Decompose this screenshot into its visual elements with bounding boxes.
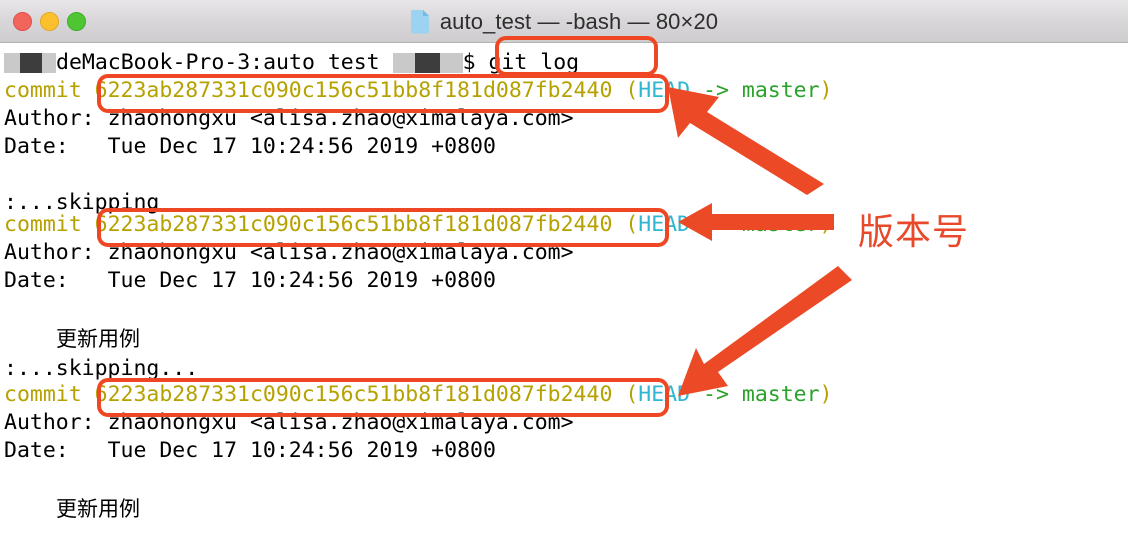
skipping-text-2: :...skipping...: [4, 356, 199, 381]
commit-message-text-2: 更新用例: [56, 327, 140, 351]
author-line-1: Author: zhaohongxu <alisa.zhao@ximalaya.…: [4, 105, 574, 133]
author-label-1: Author:: [4, 106, 95, 131]
prompt-command: git log: [488, 50, 580, 75]
ref-close-1: ): [819, 78, 833, 103]
ref-branch-1: master: [741, 78, 820, 103]
traffic-light-group: [13, 0, 86, 43]
redacted-username: [4, 53, 56, 73]
author-line-2: Author: zhaohongxu <alisa.zhao@ximalaya.…: [4, 239, 574, 267]
redacted-user: [392, 53, 463, 73]
window-title-group: auto_test — -bash — 80×20: [0, 0, 1128, 43]
author-value-2: zhaohongxu <alisa.zhao@ximalaya.com>: [107, 240, 574, 265]
date-line-2: Date: Tue Dec 17 10:24:56 2019 +0800: [4, 267, 496, 295]
ref-arrow-1: ->: [703, 78, 729, 103]
ref-arrow-2: ->: [703, 212, 729, 237]
author-value-1: zhaohongxu <alisa.zhao@ximalaya.com>: [107, 106, 574, 131]
date-value-1: Tue Dec 17 10:24:56 2019 +0800: [107, 134, 496, 159]
folder-icon: [410, 9, 431, 34]
date-line-3: Date: Tue Dec 17 10:24:56 2019 +0800: [4, 437, 496, 465]
window-title: auto_test — -bash — 80×20: [439, 8, 719, 34]
commit-message-2: 更新用例: [56, 325, 140, 353]
ref-head-3: HEAD: [638, 382, 691, 407]
terminal-window: auto_test — -bash — 80×20 deMacBook-Pro-…: [0, 0, 1128, 554]
author-label-2: Author:: [4, 240, 95, 265]
commit-line-2: commit 6223ab287331c090c156c51bb8f181d08…: [4, 211, 833, 239]
prompt-symbol: $: [462, 50, 476, 75]
date-value-3: Tue Dec 17 10:24:56 2019 +0800: [107, 438, 496, 463]
date-line-1: Date: Tue Dec 17 10:24:56 2019 +0800: [4, 133, 496, 161]
ref-close-3: ): [819, 382, 833, 407]
author-label-3: Author:: [4, 410, 95, 435]
commit-hash-2: 6223ab287331c090c156c51bb8f181d087fb2440: [94, 212, 613, 237]
ref-arrow-3: ->: [703, 382, 729, 407]
prompt-line: deMacBook-Pro-3:auto test $ git log: [4, 49, 579, 77]
ref-open-1: (: [625, 78, 639, 103]
close-button[interactable]: [13, 12, 32, 31]
minimize-button[interactable]: [40, 12, 59, 31]
ref-open-3: (: [625, 382, 639, 407]
ref-branch-3: master: [741, 382, 820, 407]
commit-label-2: commit: [4, 212, 82, 237]
commit-label-1: commit: [4, 78, 82, 103]
prompt-gap: [476, 50, 489, 75]
skipping-line-2: :...skipping...: [4, 355, 198, 383]
author-value-3: zhaohongxu <alisa.zhao@ximalaya.com>: [107, 410, 574, 435]
date-label-1: Date:: [4, 134, 69, 159]
maximize-button[interactable]: [67, 12, 86, 31]
commit-line-1: commit 6223ab287331c090c156c51bb8f181d08…: [4, 77, 833, 105]
prompt-host: deMacBook-Pro-3:auto test: [56, 50, 380, 75]
terminal-content[interactable]: deMacBook-Pro-3:auto test $ git log comm…: [0, 43, 1128, 554]
date-value-2: Tue Dec 17 10:24:56 2019 +0800: [107, 268, 496, 293]
date-label-3: Date:: [4, 438, 69, 463]
commit-message-3: 更新用例: [56, 495, 140, 523]
ref-branch-2: master: [741, 212, 820, 237]
ref-open-2: (: [625, 212, 639, 237]
commit-hash-3: 6223ab287331c090c156c51bb8f181d087fb2440: [94, 382, 613, 407]
window-titlebar[interactable]: auto_test — -bash — 80×20: [0, 0, 1128, 43]
ref-head-1: HEAD: [638, 78, 691, 103]
ref-close-2: ): [819, 212, 833, 237]
commit-line-3: commit 6223ab287331c090c156c51bb8f181d08…: [4, 381, 833, 409]
commit-label-3: commit: [4, 382, 82, 407]
author-line-3: Author: zhaohongxu <alisa.zhao@ximalaya.…: [4, 409, 574, 437]
date-label-2: Date:: [4, 268, 69, 293]
prompt-spacer: [380, 50, 393, 75]
commit-message-text-3: 更新用例: [56, 497, 140, 521]
commit-hash-1: 6223ab287331c090c156c51bb8f181d087fb2440: [94, 78, 613, 103]
ref-head-2: HEAD: [638, 212, 691, 237]
